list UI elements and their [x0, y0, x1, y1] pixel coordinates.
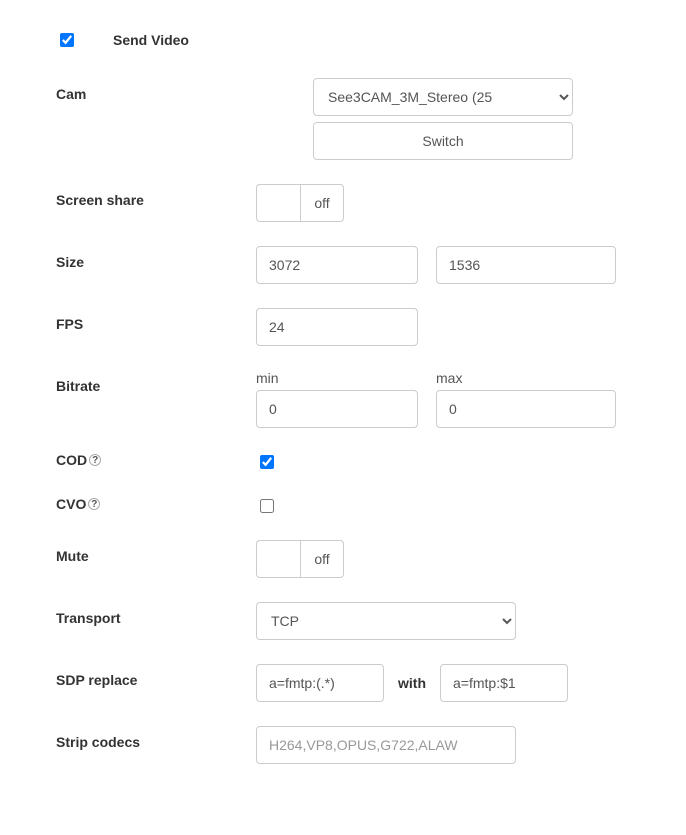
sdp-pattern-input[interactable]	[256, 664, 384, 702]
cvo-checkbox[interactable]	[260, 499, 274, 513]
strip-codecs-label: Strip codecs	[56, 726, 256, 750]
sdp-replacement-input[interactable]	[440, 664, 568, 702]
cam-select[interactable]: See3CAM_3M_Stereo (25	[313, 78, 573, 116]
cod-label: COD ?	[56, 452, 256, 468]
bitrate-max-input[interactable]	[436, 390, 616, 428]
help-icon[interactable]: ?	[89, 454, 101, 466]
screen-share-label: Screen share	[56, 184, 256, 208]
screen-share-on-segment[interactable]	[256, 184, 300, 222]
mute-on-segment[interactable]	[256, 540, 300, 578]
send-video-title: Send Video	[113, 32, 189, 48]
sdp-replace-label: SDP replace	[56, 664, 256, 688]
bitrate-min-label: min	[256, 370, 418, 386]
strip-codecs-input[interactable]	[256, 726, 516, 764]
bitrate-label: Bitrate	[56, 370, 256, 394]
bitrate-min-input[interactable]	[256, 390, 418, 428]
fps-input[interactable]	[256, 308, 418, 346]
screen-share-off-segment[interactable]: off	[300, 184, 344, 222]
size-label: Size	[56, 246, 256, 270]
mute-off-segment[interactable]: off	[300, 540, 344, 578]
transport-select[interactable]: TCP	[256, 602, 516, 640]
screen-share-toggle[interactable]: off	[256, 184, 344, 222]
size-height-input[interactable]	[436, 246, 616, 284]
cvo-label: CVO ?	[56, 496, 256, 512]
fps-label: FPS	[56, 308, 256, 332]
send-video-checkbox[interactable]	[60, 33, 74, 47]
cod-checkbox[interactable]	[260, 455, 274, 469]
size-width-input[interactable]	[256, 246, 418, 284]
transport-label: Transport	[56, 602, 256, 626]
bitrate-max-label: max	[436, 370, 616, 386]
cam-label: Cam	[56, 78, 256, 102]
sdp-with-label: with	[398, 675, 426, 691]
help-icon[interactable]: ?	[88, 498, 100, 510]
switch-button[interactable]: Switch	[313, 122, 573, 160]
mute-label: Mute	[56, 540, 256, 564]
mute-toggle[interactable]: off	[256, 540, 344, 578]
